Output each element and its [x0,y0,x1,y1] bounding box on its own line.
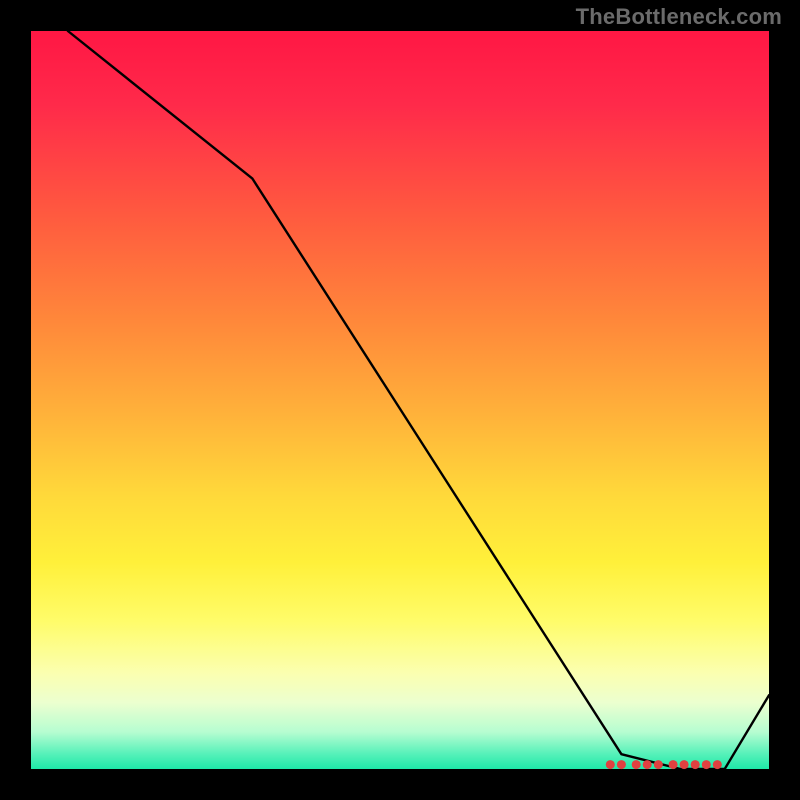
marker-dot [632,760,641,769]
marker-dot [643,760,652,769]
marker-dot [702,760,711,769]
chart-frame: TheBottleneck.com [0,0,800,800]
marker-dot [654,760,663,769]
line-series [68,31,769,769]
marker-dot [617,760,626,769]
marker-dot [606,760,615,769]
marker-dot [669,760,678,769]
chart-svg [31,31,769,769]
marker-dot [691,760,700,769]
plot-area [31,31,769,769]
marker-dot [713,760,722,769]
marker-dot [680,760,689,769]
attribution-label: TheBottleneck.com [576,4,782,30]
